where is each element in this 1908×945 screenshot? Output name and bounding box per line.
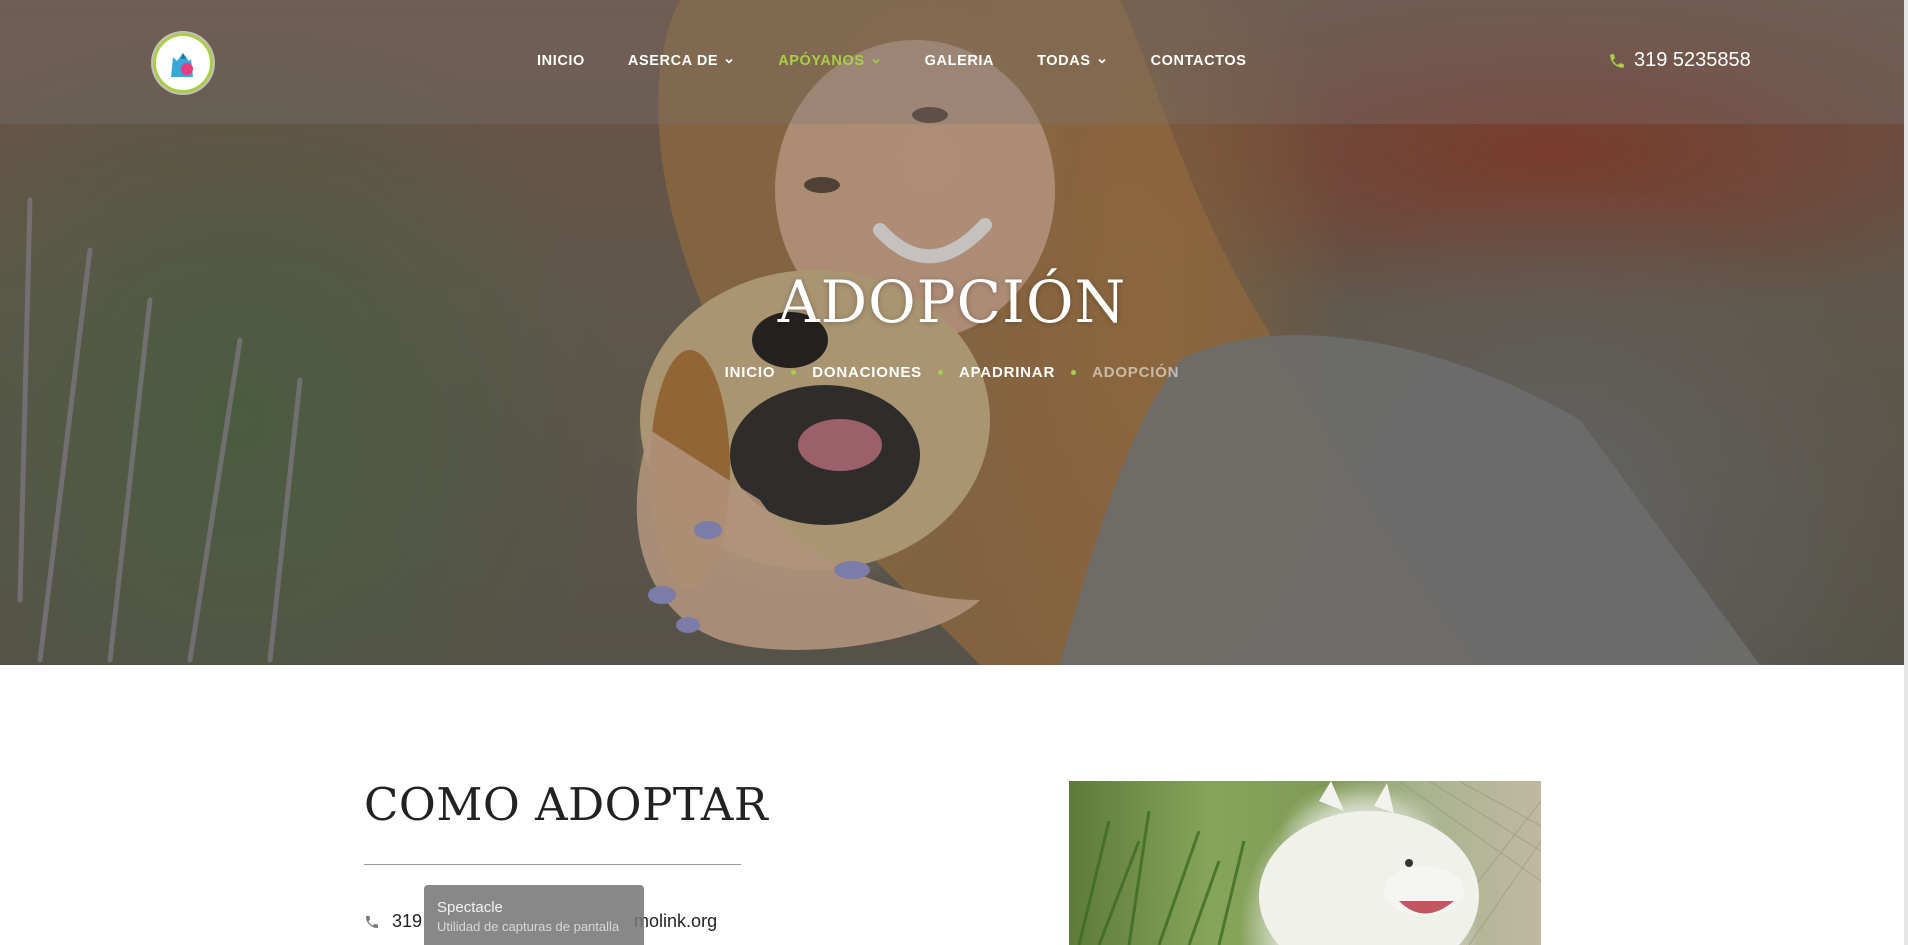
breadcrumb-item-apadrinar[interactable]: APADRINAR xyxy=(959,364,1055,381)
breadcrumb-item-donaciones[interactable]: DONACIONES xyxy=(812,364,922,381)
phone-icon xyxy=(1610,53,1624,68)
nav-item-aserca-de[interactable]: ASERCA DE xyxy=(628,53,734,69)
white-dog-photo xyxy=(1069,781,1541,945)
site-header: INICIO ASERCA DE APÓYANOS GALERIA TODAS … xyxy=(0,0,1904,124)
scrollbar-track[interactable] xyxy=(1904,0,1908,945)
nav-label: INICIO xyxy=(537,53,585,69)
chevron-down-icon xyxy=(1098,58,1106,64)
contact-email[interactable]: molink.org xyxy=(634,911,717,932)
nav-label: CONTACTOS xyxy=(1150,53,1247,69)
taskbar-tooltip: Spectacle Utilidad de capturas de pantal… xyxy=(424,885,644,945)
nav-item-inicio[interactable]: INICIO xyxy=(537,53,585,69)
nav-item-contactos[interactable]: CONTACTOS xyxy=(1151,53,1247,69)
pet-shelter-logo-icon xyxy=(163,43,203,83)
phone-icon xyxy=(366,915,378,928)
section-heading: COMO ADOPTAR xyxy=(364,778,769,831)
tooltip-title: Spectacle xyxy=(437,899,503,916)
main-nav: INICIO ASERCA DE APÓYANOS GALERIA TODAS … xyxy=(537,53,1247,69)
header-phone[interactable]: 319 5235858 xyxy=(1608,49,1751,72)
tooltip-subtitle: Utilidad de capturas de pantalla xyxy=(437,919,620,934)
nav-label: TODAS xyxy=(1037,53,1091,69)
nav-item-apoyanos[interactable]: APÓYANOS xyxy=(778,53,880,69)
chevron-down-icon xyxy=(725,58,733,64)
breadcrumb-separator xyxy=(791,370,797,375)
breadcrumb-item-current: ADOPCIÓN xyxy=(1092,364,1180,381)
breadcrumb: INICIO DONACIONES APADRINAR ADOPCIÓN xyxy=(0,364,1904,381)
contact-phone[interactable]: 319 xyxy=(392,911,422,932)
nav-label: GALERIA xyxy=(924,53,995,69)
nav-label: APÓYANOS xyxy=(778,53,865,69)
nav-label: ASERCA DE xyxy=(627,53,719,69)
nav-item-galeria[interactable]: GALERIA xyxy=(925,53,994,69)
breadcrumb-separator xyxy=(1071,370,1077,375)
nav-item-todas[interactable]: TODAS xyxy=(1037,53,1107,69)
breadcrumb-item-inicio[interactable]: INICIO xyxy=(725,364,776,381)
chevron-down-icon xyxy=(872,58,880,64)
site-logo[interactable] xyxy=(153,33,213,93)
section-divider xyxy=(364,864,741,865)
page-title: ADOPCIÓN xyxy=(777,268,1127,336)
header-phone-number: 319 5235858 xyxy=(1634,49,1751,71)
breadcrumb-separator xyxy=(937,370,943,375)
dog-illustration xyxy=(1077,781,1541,945)
